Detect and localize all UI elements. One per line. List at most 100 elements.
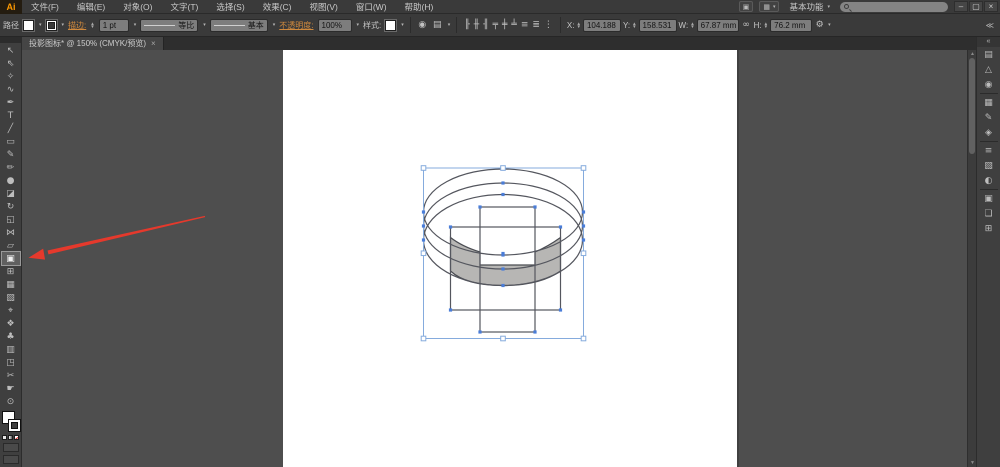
scale-tool[interactable]: ◱ bbox=[2, 213, 20, 226]
align-horizontal-center[interactable]: ╫ bbox=[473, 20, 480, 30]
tools-panel-grip[interactable] bbox=[0, 37, 21, 43]
anchor-point[interactable] bbox=[449, 308, 452, 311]
y-field[interactable]: 158.531 bbox=[639, 19, 677, 32]
anchor-point[interactable] bbox=[422, 210, 425, 213]
selection-handle[interactable] bbox=[501, 336, 506, 341]
x-field[interactable]: 104.188 bbox=[583, 19, 621, 32]
align-horizontal-left[interactable]: ╟ bbox=[463, 20, 470, 30]
eraser-tool[interactable]: ◪ bbox=[2, 187, 20, 200]
opacity-field[interactable]: 100% bbox=[318, 19, 352, 32]
canvas[interactable]: ▲ ▼ bbox=[22, 50, 976, 467]
anchor-point[interactable] bbox=[501, 181, 504, 184]
artboard-tool[interactable]: ◳ bbox=[2, 356, 20, 369]
chevron-down-icon[interactable]: ▾ bbox=[828, 22, 831, 28]
panel-icon[interactable] bbox=[980, 141, 998, 142]
stroke-panel[interactable]: ≡ bbox=[979, 143, 999, 158]
eyedropper-tool[interactable]: ⌖ bbox=[2, 304, 20, 317]
blob-brush-tool[interactable]: ● bbox=[2, 174, 20, 187]
fill-stroke-swatches[interactable] bbox=[1, 410, 21, 434]
anchor-point[interactable] bbox=[478, 205, 481, 208]
menu-item[interactable]: 窗口(W) bbox=[347, 0, 396, 13]
document-tab[interactable]: 投影图标* @ 150% (CMYK/预览) × bbox=[22, 37, 164, 50]
anchor-point[interactable] bbox=[478, 330, 481, 333]
selection-handle[interactable] bbox=[421, 166, 426, 171]
layers-panel[interactable]: ❏ bbox=[979, 206, 999, 221]
recolor-artwork-button[interactable]: ◉ bbox=[417, 18, 428, 32]
chevron-down-icon[interactable]: ▾ bbox=[134, 22, 137, 28]
panel-icon[interactable] bbox=[980, 93, 998, 94]
anchor-point[interactable] bbox=[501, 267, 504, 270]
anchor-point[interactable] bbox=[582, 224, 585, 227]
menu-item[interactable]: 文件(F) bbox=[22, 0, 68, 13]
workspace-switcher[interactable]: 基本功能 ▾ bbox=[785, 1, 834, 13]
selection-handle[interactable] bbox=[581, 336, 586, 341]
paintbrush-tool[interactable]: ✎ bbox=[2, 148, 20, 161]
mesh-tool[interactable]: ▦ bbox=[2, 278, 20, 291]
align-vertical-top[interactable]: ╤ bbox=[492, 20, 499, 30]
constrain-proportions-icon[interactable]: ∞ bbox=[741, 18, 752, 32]
close-tab-icon[interactable]: × bbox=[151, 39, 156, 48]
pen-tool[interactable]: ✒ bbox=[2, 96, 20, 109]
color-guide-panel[interactable]: △ bbox=[979, 62, 999, 77]
swatches-panel[interactable]: ▦ bbox=[979, 95, 999, 110]
anchor-point[interactable] bbox=[501, 193, 504, 196]
menu-item[interactable]: 编辑(E) bbox=[68, 0, 114, 13]
menu-item[interactable]: 选择(S) bbox=[207, 0, 253, 13]
selection-tool[interactable]: ↖ bbox=[2, 44, 20, 57]
vertical-scrollbar[interactable]: ▲ ▼ bbox=[967, 50, 976, 467]
perspective-grid-tool[interactable]: ⊞ bbox=[2, 265, 20, 278]
scroll-down-icon[interactable]: ▼ bbox=[968, 459, 976, 467]
align-vertical-bottom[interactable]: ╧ bbox=[510, 20, 517, 30]
menu-item[interactable]: 效果(C) bbox=[254, 0, 301, 13]
blend-tool[interactable]: ❖ bbox=[2, 317, 20, 330]
rotate-tool[interactable]: ↻ bbox=[2, 200, 20, 213]
align-vertical-center[interactable]: ╪ bbox=[501, 20, 508, 30]
expand-panels-icon[interactable]: « bbox=[977, 37, 1000, 47]
document-setup-button[interactable]: ▤ bbox=[432, 18, 443, 32]
anchor-point[interactable] bbox=[501, 252, 504, 255]
hand-tool[interactable]: ☛ bbox=[2, 382, 20, 395]
pencil-tool[interactable]: ✏ bbox=[2, 161, 20, 174]
restore-button[interactable]: ▢ bbox=[969, 1, 983, 12]
distribute-vertical-top[interactable]: ≡ bbox=[520, 20, 530, 30]
search-input[interactable] bbox=[852, 3, 942, 10]
rectangle-tool[interactable]: ▭ bbox=[2, 135, 20, 148]
magic-wand-tool[interactable]: ✧ bbox=[2, 70, 20, 83]
anchor-point[interactable] bbox=[533, 330, 536, 333]
type-tool[interactable]: T bbox=[2, 109, 20, 122]
anchor-point[interactable] bbox=[559, 308, 562, 311]
workspace-quick-button[interactable]: ▦ ▾ bbox=[759, 1, 779, 12]
h-field[interactable]: 76.2 mm bbox=[770, 19, 812, 32]
fill-color-swatch[interactable] bbox=[23, 20, 34, 31]
symbol-sprayer-tool[interactable]: ♣ bbox=[2, 330, 20, 343]
stroke-panel-link[interactable]: 描边: bbox=[68, 20, 86, 31]
stroke-weight-field[interactable]: 1 pt bbox=[99, 19, 129, 32]
scroll-up-icon[interactable]: ▲ bbox=[968, 50, 976, 58]
selection-handle[interactable] bbox=[501, 166, 506, 171]
anchor-point[interactable] bbox=[533, 205, 536, 208]
none-mode-button[interactable] bbox=[14, 435, 19, 440]
color-panel[interactable]: ▤ bbox=[979, 47, 999, 62]
anchor-point[interactable] bbox=[422, 224, 425, 227]
chevron-down-icon[interactable]: ▾ bbox=[448, 22, 451, 28]
screen-mode-button[interactable] bbox=[3, 455, 19, 464]
anchor-point[interactable] bbox=[422, 238, 425, 241]
width-tool[interactable]: ⋈ bbox=[2, 226, 20, 239]
lasso-tool[interactable]: ∿ bbox=[2, 83, 20, 96]
anchor-point[interactable] bbox=[501, 284, 504, 287]
align-horizontal-right[interactable]: ╢ bbox=[482, 20, 489, 30]
w-field[interactable]: 67.87 mm bbox=[697, 19, 739, 32]
brush-definition-select[interactable]: 基本 bbox=[210, 19, 268, 32]
scrollbar-thumb[interactable] bbox=[969, 58, 975, 154]
chevron-down-icon[interactable]: ▾ bbox=[203, 22, 206, 28]
graphic-styles-panel[interactable]: ▣ bbox=[979, 191, 999, 206]
opacity-link[interactable]: 不透明度: bbox=[279, 20, 313, 31]
search-box[interactable] bbox=[840, 2, 948, 12]
anchor-point[interactable] bbox=[449, 225, 452, 228]
distribute-vertical-center[interactable]: ≣ bbox=[531, 20, 541, 30]
chevron-down-icon[interactable]: ▾ bbox=[401, 22, 404, 28]
menu-item[interactable]: 帮助(H) bbox=[396, 0, 443, 13]
close-button[interactable]: × bbox=[984, 1, 998, 12]
menu-item[interactable]: 视图(V) bbox=[301, 0, 347, 13]
zoom-tool[interactable]: ⊙ bbox=[2, 395, 20, 408]
